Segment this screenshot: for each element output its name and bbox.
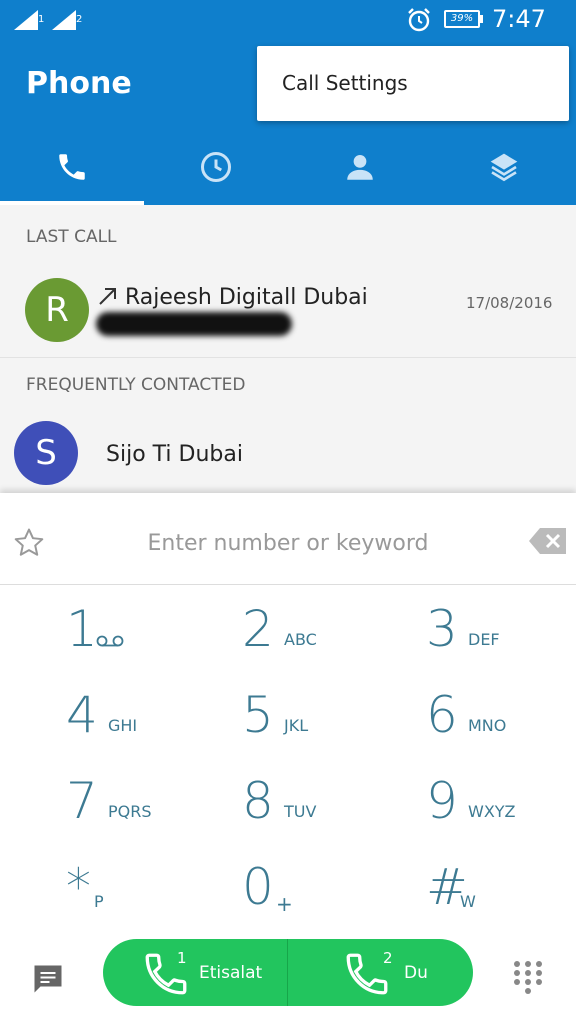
- key-letters: ABC: [284, 630, 317, 649]
- message-icon[interactable]: [30, 961, 66, 1001]
- key-7[interactable]: 7 PQRS: [66, 772, 246, 852]
- sim1-carrier: Etisalat: [199, 963, 263, 983]
- key-letters: JKL: [284, 716, 309, 735]
- key-letters: MNO: [468, 716, 507, 735]
- key-digit: 4: [66, 686, 98, 744]
- sim1-indicator: 1: [38, 14, 45, 25]
- sim2-number: 2: [383, 949, 393, 967]
- dial-input[interactable]: [60, 523, 516, 563]
- signal-sim2-icon: [52, 10, 78, 30]
- key-letters: WXYZ: [468, 802, 516, 821]
- tab-indicator: [0, 201, 144, 205]
- key-letters: TUV: [284, 802, 317, 821]
- tab-groups[interactable]: [432, 128, 576, 205]
- key-letters: W: [460, 892, 476, 911]
- tab-recents[interactable]: [144, 128, 288, 205]
- last-call-name[interactable]: Rajeesh Digitall Dubai: [125, 285, 368, 310]
- outgoing-call-icon: [97, 285, 119, 311]
- dialpad-toggle-icon[interactable]: [513, 960, 543, 1000]
- key-digit: 2: [242, 600, 274, 658]
- last-call-date: 17/08/2016: [466, 294, 553, 312]
- status-bar: 1 2 39% 7:47 AM: [0, 0, 576, 59]
- layers-icon: [490, 153, 518, 181]
- dialpad: 12ABC3DEF4GHI5JKL6MNO7PQRS8TUV9WXYZ*P0+#…: [0, 493, 576, 1024]
- battery-tip: [480, 15, 483, 23]
- key-digit: 1: [66, 600, 98, 658]
- key-digit: 3: [426, 600, 458, 658]
- key-letters: DEF: [468, 630, 500, 649]
- key-1[interactable]: 1: [66, 600, 246, 680]
- key-star[interactable]: * P: [66, 858, 246, 938]
- tab-contacts[interactable]: [288, 128, 432, 205]
- redacted-number: [96, 312, 292, 336]
- key-5[interactable]: 5 JKL: [242, 686, 422, 766]
- key-digit: 0: [242, 858, 274, 916]
- overflow-menu: Call Settings: [257, 46, 569, 121]
- avatar[interactable]: S: [14, 421, 78, 485]
- page-title: Phone: [26, 66, 132, 101]
- key-9[interactable]: 9 WXYZ: [426, 772, 576, 852]
- key-letters: +: [276, 892, 293, 916]
- key-letters: PQRS: [108, 802, 152, 821]
- backspace-icon[interactable]: [528, 526, 568, 560]
- key-digit: 5: [242, 686, 274, 744]
- key-letters: P: [94, 892, 104, 911]
- key-letters: GHI: [108, 716, 138, 735]
- tab-speed-dial[interactable]: [0, 128, 144, 205]
- key-4[interactable]: 4 GHI: [66, 686, 246, 766]
- call-sim2-button[interactable]: 2 Du: [288, 939, 473, 1006]
- key-6[interactable]: 6 MNO: [426, 686, 576, 766]
- key-digit: 8: [242, 772, 274, 830]
- key-hash[interactable]: # W: [426, 858, 576, 938]
- clock-icon: [201, 151, 231, 182]
- key-0[interactable]: 0 +: [242, 858, 422, 938]
- sim2-carrier: Du: [404, 963, 428, 983]
- call-button-group: 1 Etisalat 2 Du: [103, 939, 473, 1006]
- call-sim1-button[interactable]: 1 Etisalat: [103, 939, 288, 1006]
- key-2[interactable]: 2 ABC: [242, 600, 422, 680]
- frequent-header: FREQUENTLY CONTACTED: [26, 375, 246, 395]
- menu-item-call-settings[interactable]: Call Settings: [282, 71, 408, 95]
- frequent-contact-name[interactable]: Sijo Ti Dubai: [106, 442, 243, 467]
- star-icon[interactable]: [12, 526, 46, 564]
- avatar[interactable]: R: [25, 278, 89, 342]
- input-divider: [0, 584, 576, 585]
- key-3[interactable]: 3 DEF: [426, 600, 576, 680]
- section-divider: [0, 357, 576, 358]
- clock-time: 7:47: [492, 5, 546, 33]
- key-digit: *: [66, 858, 91, 916]
- battery-icon: 39%: [444, 10, 480, 28]
- key-digit: 6: [426, 686, 458, 744]
- voicemail-icon: [96, 635, 124, 647]
- key-digit: 9: [426, 772, 458, 830]
- phone-icon: [59, 153, 85, 180]
- signal-sim1-icon: [14, 10, 40, 30]
- key-digit: 7: [66, 772, 98, 830]
- person-icon: [347, 154, 373, 180]
- key-8[interactable]: 8 TUV: [242, 772, 422, 852]
- last-call-header: LAST CALL: [26, 227, 117, 247]
- sim2-indicator: 2: [76, 14, 83, 25]
- alarm-icon: [406, 7, 432, 37]
- sim1-number: 1: [177, 949, 187, 967]
